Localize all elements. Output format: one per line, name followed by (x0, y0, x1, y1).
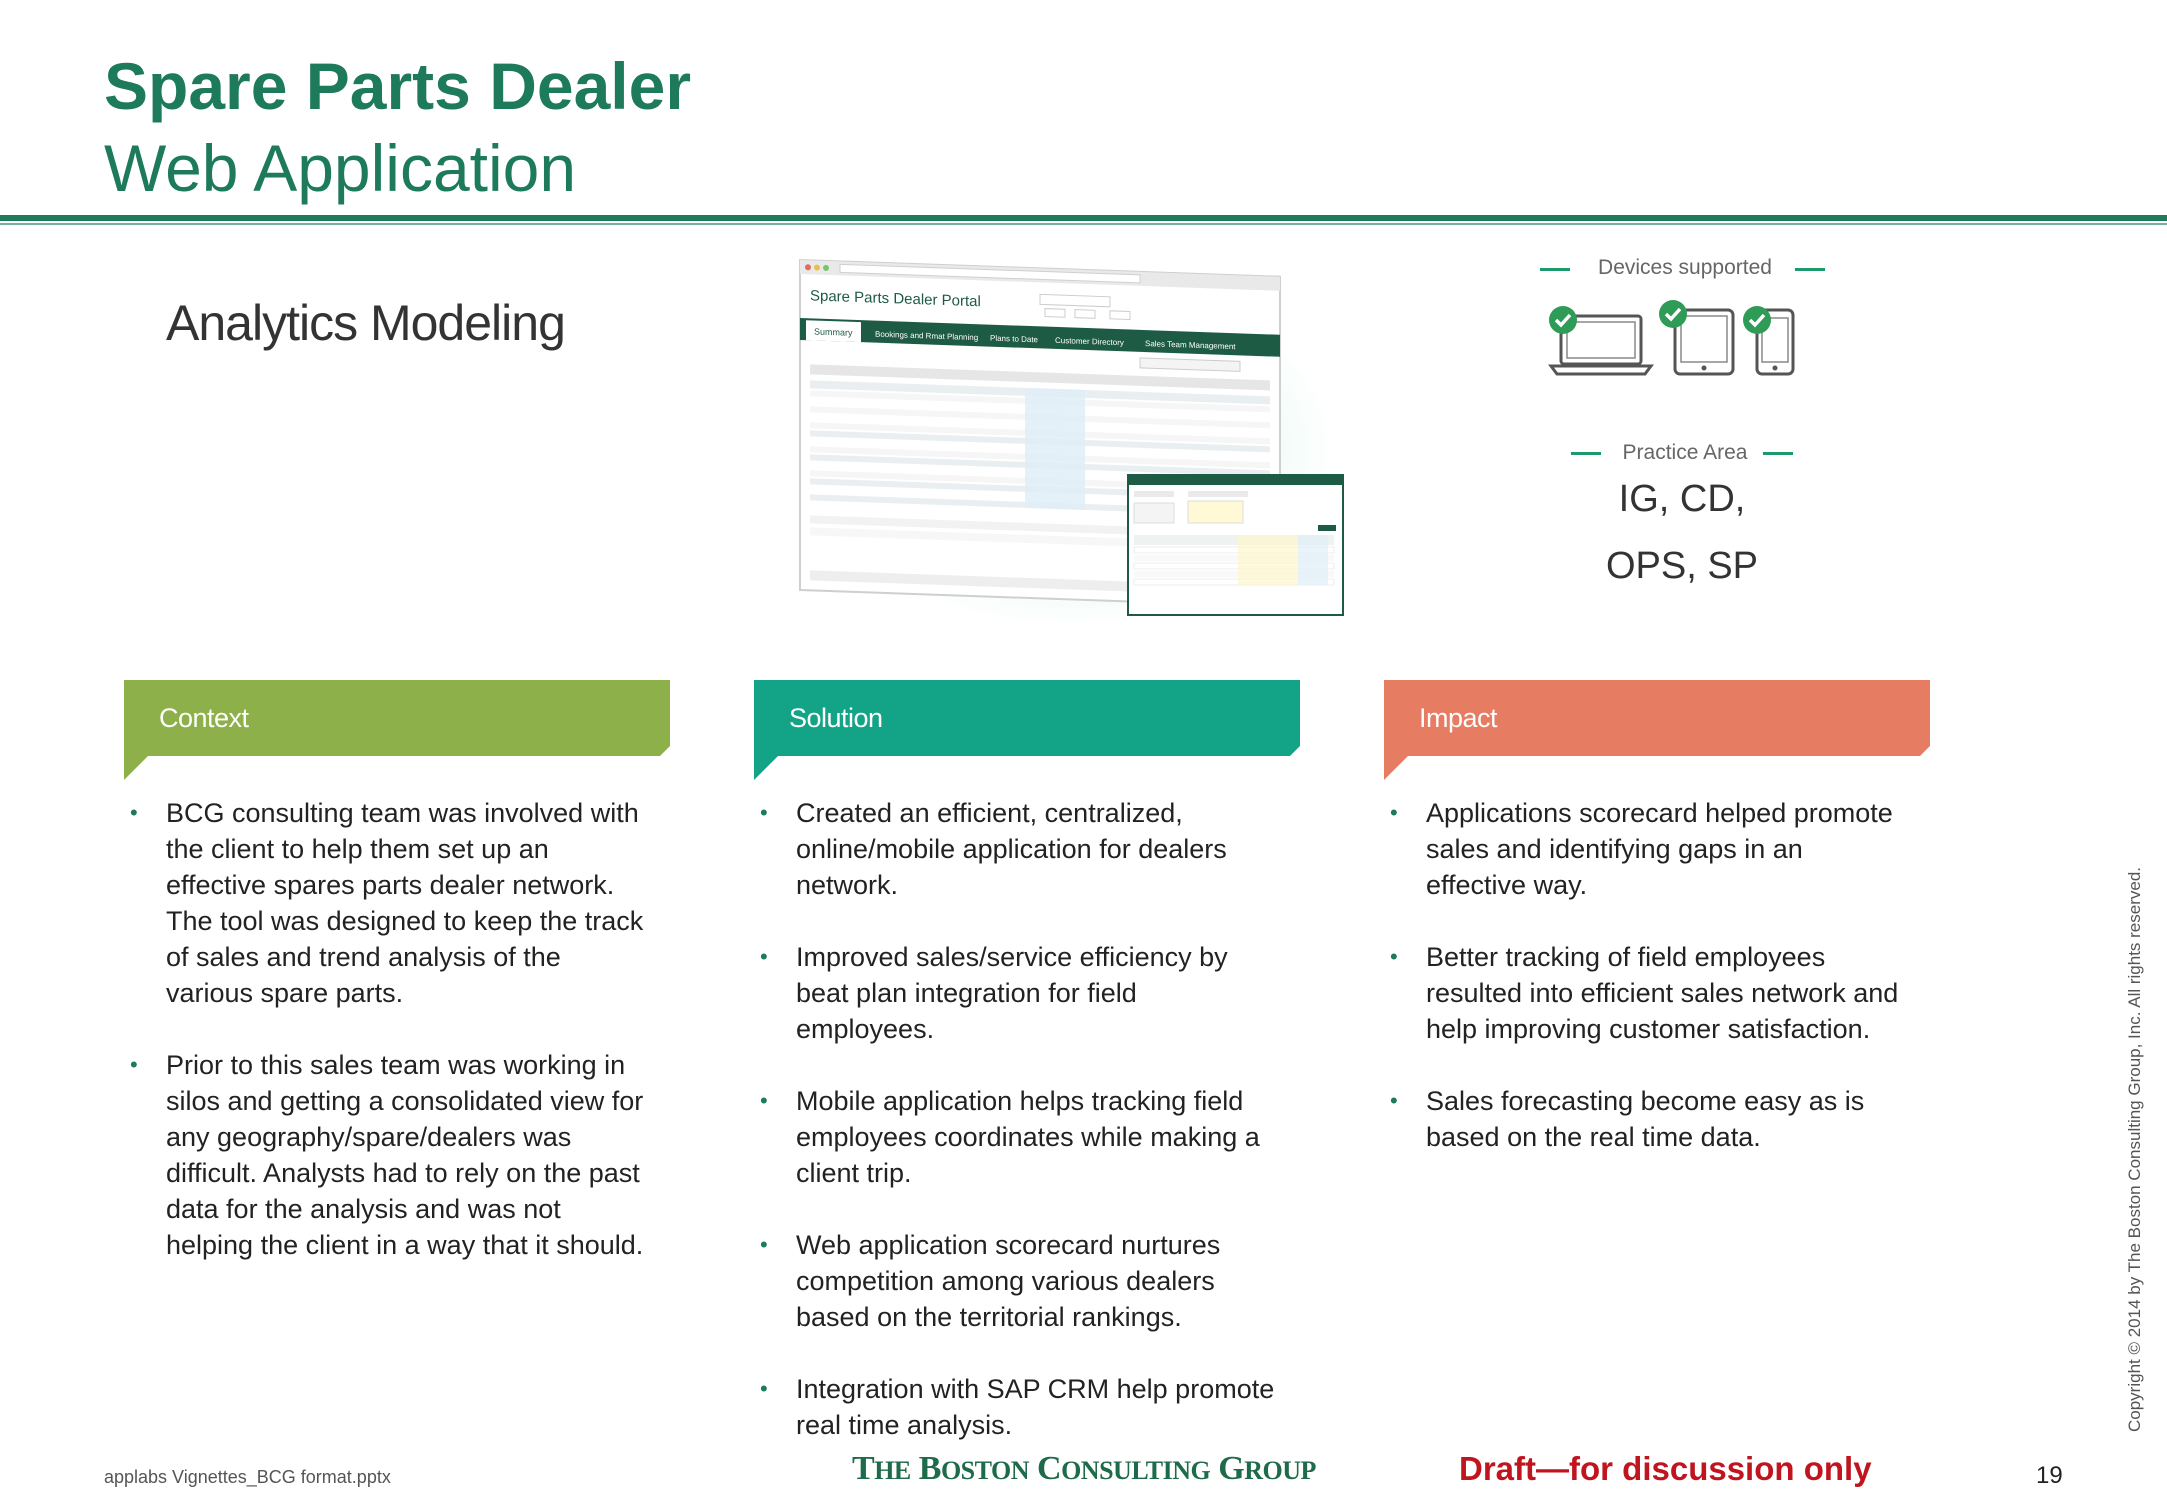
bullet-dot: • (1390, 944, 1398, 969)
bullet-dot: • (1390, 800, 1398, 825)
laptop-icon (1548, 306, 1654, 376)
solution-bullet: • Mobile application helps tracking field… (756, 1083, 1276, 1191)
devices-label: Devices supported (1598, 256, 1772, 279)
devices-label-dash-right (1795, 268, 1825, 271)
solution-bullet: • Improved sales/service efficiency by be… (756, 939, 1276, 1047)
header-divider (0, 215, 2167, 221)
bullet-dot: • (1390, 1088, 1398, 1113)
app-screenshot: Spare Parts Dealer Portal Summary Bookin… (790, 250, 1370, 630)
bullet-dot: • (760, 1232, 768, 1257)
slide-title-secondary: Web Application (104, 131, 577, 205)
impact-heading: Impact (1419, 703, 1498, 733)
impact-column: • Applications scorecard helped promote s… (1386, 795, 1906, 1191)
solution-bullet: • Web application scorecard nurtures comp… (756, 1227, 1276, 1335)
practice-label-dash-left (1571, 452, 1601, 455)
slide-subtitle: Analytics Modeling (166, 295, 566, 351)
bullet-dot: • (130, 800, 138, 825)
bullet-dot: • (130, 1052, 138, 1077)
context-banner: Context (124, 680, 672, 780)
header-divider-thin (0, 223, 2167, 225)
page-number: 19 (2036, 1462, 2063, 1489)
context-column: • BCG consulting team was involved with t… (126, 795, 646, 1299)
solution-heading: Solution (789, 703, 883, 733)
context-bullet: • Prior to this sales team was working in… (126, 1047, 646, 1263)
impact-bullet: • Better tracking of field employees resu… (1386, 939, 1906, 1047)
impact-bullet: • Applications scorecard helped promote s… (1386, 795, 1906, 903)
slide-title: Spare Parts Dealer (104, 49, 692, 123)
bullet-dot: • (760, 1088, 768, 1113)
draft-notice: Draft—for discussion only (1459, 1450, 1872, 1487)
portal-tab: Summary (814, 326, 853, 337)
solution-column: • Created an efficient, centralized, onli… (756, 795, 1276, 1479)
practice-label-dash-right (1763, 452, 1793, 455)
bcg-logo: THE BOSTON CONSULTING GROUP (852, 1450, 1316, 1487)
context-bullet: • BCG consulting team was involved with t… (126, 795, 646, 1011)
devices-label-dash-left (1540, 268, 1570, 271)
phone-icon (1743, 306, 1795, 376)
bullet-dot: • (760, 1376, 768, 1401)
practice-area-value: IG, CD, (1618, 478, 1746, 520)
impact-bullet: • Sales forecasting become easy as is bas… (1386, 1083, 1906, 1155)
tablet-icon (1659, 300, 1735, 376)
portal-tab: Plans to Date (990, 334, 1039, 345)
practice-area-label: Practice Area (1622, 441, 1748, 464)
context-heading: Context (159, 703, 249, 733)
copyright-notice: Copyright © 2014 by The Boston Consultin… (2125, 866, 2144, 1432)
bullet-dot: • (760, 944, 768, 969)
practice-area-value: OPS, SP (1605, 545, 1759, 587)
solution-banner: Solution (754, 680, 1302, 780)
devices-supported (1545, 298, 1805, 378)
impact-banner: Impact (1384, 680, 1932, 780)
solution-bullet: • Integration with SAP CRM help promote r… (756, 1371, 1276, 1443)
bullet-dot: • (760, 800, 768, 825)
footer-filename: applabs Vignettes_BCG format.pptx (104, 1467, 391, 1487)
solution-bullet: • Created an efficient, centralized, onli… (756, 795, 1276, 903)
secondary-portal-window (1127, 474, 1344, 616)
